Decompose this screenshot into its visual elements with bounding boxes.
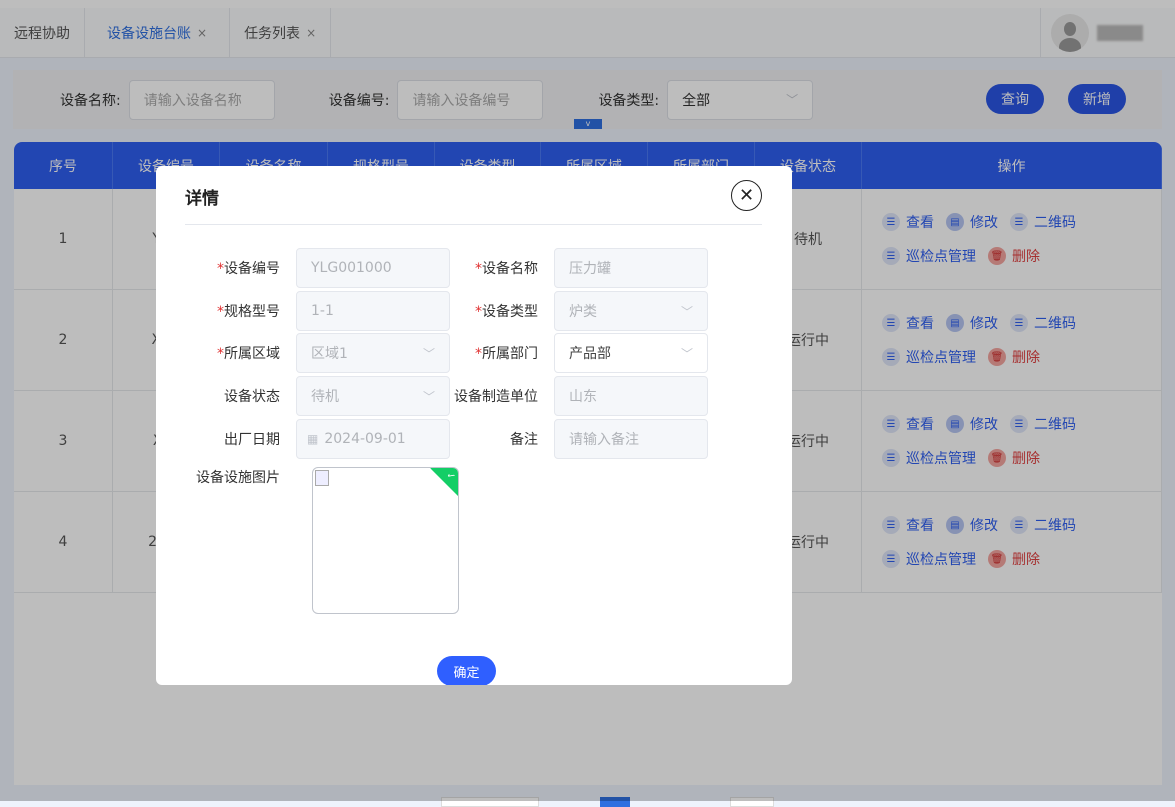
field-label: *规格型号 bbox=[156, 301, 296, 321]
placeholder: 请输入备注 bbox=[569, 429, 639, 449]
label-text: 所属部门 bbox=[482, 346, 538, 362]
device-name-field[interactable]: 压力罐 bbox=[554, 248, 708, 288]
divider bbox=[185, 224, 762, 225]
field-dept: *所属部门 产品部 ﹀ bbox=[414, 333, 708, 373]
field-image: 设备设施图片 bbox=[156, 467, 296, 487]
label-text: 设备类型 bbox=[482, 304, 538, 320]
field-value: 产品部 bbox=[569, 343, 611, 363]
field-type: *设备类型 炉类 ﹀ bbox=[414, 291, 708, 331]
check-icon: ✓ bbox=[430, 467, 459, 497]
field-label: 设备设施图片 bbox=[156, 467, 296, 487]
equipment-image-upload[interactable]: ✓ bbox=[312, 467, 459, 614]
field-value: 2024-09-01 bbox=[324, 431, 405, 447]
manufacturer-field[interactable]: 山东 bbox=[554, 376, 708, 416]
remark-input[interactable]: 请输入备注 bbox=[554, 419, 708, 459]
field-remark: 备注 请输入备注 bbox=[414, 419, 708, 459]
field-value: 1-1 bbox=[311, 303, 334, 319]
label-text: 出厂日期 bbox=[224, 432, 280, 448]
field-label: *所属部门 bbox=[414, 343, 554, 363]
label-text: 设备状态 bbox=[224, 389, 280, 405]
field-area: *所属区域 区域1﹀ bbox=[156, 333, 450, 373]
field-value: 区域1 bbox=[311, 343, 348, 363]
field-label: *设备类型 bbox=[414, 301, 554, 321]
field-maker: 设备制造单位 山东 bbox=[414, 376, 708, 416]
label-text: 设备编号 bbox=[224, 261, 280, 277]
label-text: 所属区域 bbox=[224, 346, 280, 362]
label-text: 设备制造单位 bbox=[454, 389, 538, 405]
field-label: 出厂日期 bbox=[156, 429, 296, 449]
device-type-select[interactable]: 炉类 ﹀ bbox=[554, 291, 708, 331]
dialog-title: 详情 bbox=[185, 184, 219, 209]
calendar-icon: ▦ bbox=[307, 432, 318, 446]
field-date: 出厂日期 ▦ 2024-09-01 bbox=[156, 419, 450, 459]
field-label: 设备制造单位 bbox=[414, 386, 554, 406]
label-text: 设备名称 bbox=[482, 261, 538, 277]
field-value: 山东 bbox=[569, 386, 597, 406]
label-text: 设备设施图片 bbox=[196, 470, 280, 486]
field-value: YLG001000 bbox=[311, 260, 392, 276]
field-value: 炉类 bbox=[569, 301, 597, 321]
field-label: 备注 bbox=[414, 429, 554, 449]
label-text: 规格型号 bbox=[224, 304, 280, 320]
broken-image-icon bbox=[315, 470, 329, 486]
field-value: 待机 bbox=[311, 386, 339, 406]
field-value: 压力罐 bbox=[569, 258, 611, 278]
chevron-down-icon: ﹀ bbox=[681, 303, 693, 320]
label-text: 备注 bbox=[510, 432, 538, 448]
field-label: *所属区域 bbox=[156, 343, 296, 363]
field-name: *设备名称 压力罐 bbox=[414, 248, 708, 288]
chevron-down-icon: ﹀ bbox=[681, 345, 693, 362]
field-code: *设备编号 YLG001000 bbox=[156, 248, 450, 288]
department-select[interactable]: 产品部 ﹀ bbox=[554, 333, 708, 373]
field-label: *设备编号 bbox=[156, 258, 296, 278]
confirm-button[interactable]: 确定 bbox=[437, 656, 496, 685]
field-status: 设备状态 待机﹀ bbox=[156, 376, 450, 416]
field-label: *设备名称 bbox=[414, 258, 554, 278]
close-icon[interactable]: ✕ bbox=[731, 180, 762, 211]
field-label: 设备状态 bbox=[156, 386, 296, 406]
field-spec: *规格型号 1-1 bbox=[156, 291, 450, 331]
detail-dialog: 详情 ✕ *设备编号 YLG001000 *设备名称 压力罐 *规格型号 1-1… bbox=[156, 166, 792, 685]
